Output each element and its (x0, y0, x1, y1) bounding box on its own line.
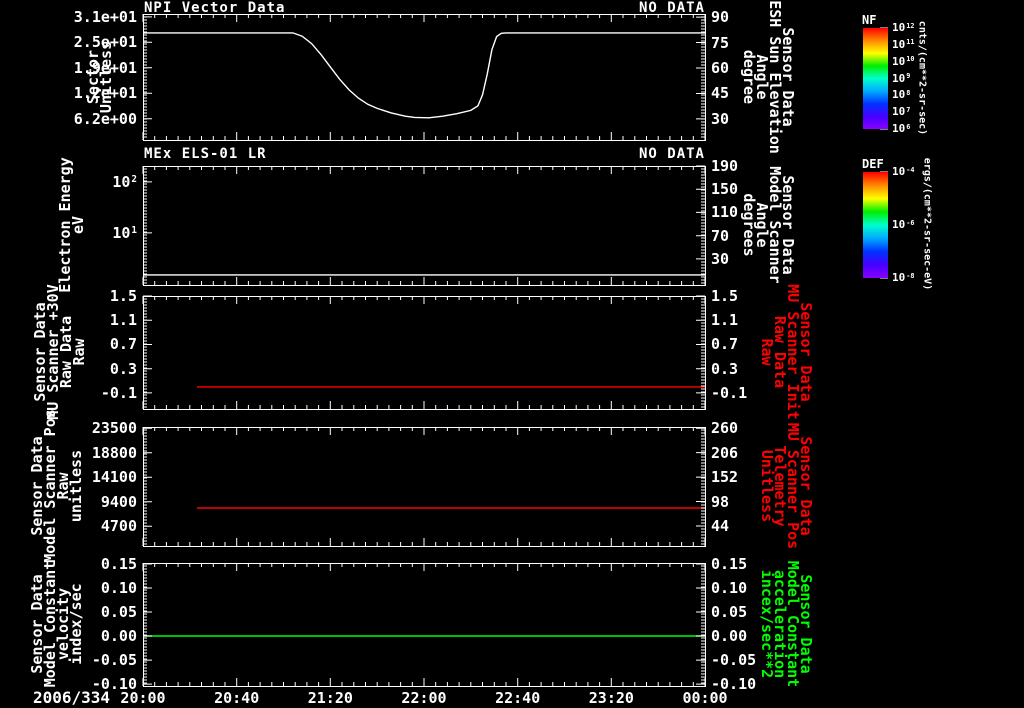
p5-right-tick-label: -0.05 (711, 651, 757, 670)
p3-right-tick-label: 0.7 (711, 335, 739, 354)
sector-trace (143, 32, 705, 119)
p4-right-tick-label: 44 (711, 516, 730, 535)
model-scanner-pos-frame (143, 427, 706, 547)
p2-right-axis-label: Sensor Data Model Scanner Angle degrees (740, 166, 797, 284)
p5-right-axis-label: Sensor Data Model Constant acceleration inc… (758, 560, 815, 688)
x-axis-time-label: 00:00 (682, 689, 728, 707)
p1-right-tick-label: 75 (711, 33, 730, 52)
p3-right-tick-label: 1.5 (711, 287, 739, 305)
nf-colorbar-tick-label: 109 (892, 71, 911, 85)
p1-left-tick-label: 1.9e+01 (73, 58, 137, 77)
p1-left-axis-label: Sector Unitless (84, 40, 115, 114)
p1-right-tick-label: 60 (711, 59, 730, 77)
p4-right-tick-label: 206 (711, 443, 739, 462)
mex-els-01-lr-frame (143, 166, 706, 286)
p5-right-tick-label: 0.00 (711, 627, 748, 646)
nf-colorbar-tick-label: 106 (892, 122, 911, 135)
def-colorbar-tick-label: 10-8 (892, 271, 915, 284)
nf-colorbar-tick-label: 107 (892, 105, 911, 119)
nf-colorbar-name: NF (862, 13, 877, 27)
x-axis-time-label: 21:20 (307, 689, 353, 707)
def-colorbar-tick-label: 10-6 (892, 218, 915, 231)
p2-right-tick-label: 30 (711, 249, 730, 268)
p1-right-tick-label: 45 (711, 84, 730, 103)
p2-left-axis-label: Electron Energy eV (56, 157, 87, 293)
p4-right-tick-label: 152 (711, 468, 739, 487)
nf-colorbar-unit: cnts/(cm**2-sr-sec) (916, 20, 928, 136)
panel2-title: MEx ELS-01 LR (144, 146, 267, 162)
p3-right-tick-label: 0.3 (711, 359, 739, 378)
nf-colorbar-tick-label: 1010 (892, 54, 915, 68)
nf-colorbar-tick-label: 1012 (892, 21, 915, 34)
def-colorbar-tick-label: 10-4 (892, 165, 915, 178)
p3-left-axis-label: Sensor Data MU Scanner +30V Raw Data Raw (31, 284, 88, 420)
p3-right-tick-label: -0.1 (711, 383, 748, 402)
p2-right-tick-label: 150 (711, 180, 739, 199)
p5-left-axis-label: Sensor Data Model Constant velocity index/s… (28, 560, 85, 688)
p5-right-tick-label: 0.05 (711, 603, 748, 621)
p1-right-axis-label: Sensor Data ESH Sun Elevation Angle degree (740, 0, 797, 154)
p2-right-tick-label: 70 (711, 226, 730, 245)
p1-left-tick-label: 2.5e+01 (73, 33, 137, 52)
p3-right-axis-label: Sensor Data MU Scanner Init Raw Data Raw (758, 284, 815, 420)
def-colorbar-unit: ergs/(cm**2-sr-sec-eV) (921, 157, 933, 291)
panel2-no-data-status: NO DATA (638, 146, 705, 162)
nf-colorbar (863, 28, 888, 129)
npi-vector-data-frame (143, 14, 706, 141)
x-axis-time-label: 22:00 (401, 689, 447, 707)
p5-right-tick-label: 0.10 (711, 578, 748, 597)
p4-right-tick-label: 260 (711, 419, 739, 438)
def-colorbar-name: DEF (862, 157, 884, 171)
p1-left-tick-label: 3.1e+01 (73, 7, 137, 26)
nf-colorbar-tick-label: 1011 (892, 37, 915, 51)
model-constant-velocity-frame (143, 563, 706, 687)
p2-right-tick-label: 110 (711, 203, 739, 222)
x-axis-time-label: 20:40 (214, 689, 260, 707)
p1-right-tick-label: 90 (711, 8, 730, 27)
x-axis-time-label: 20:00 (120, 689, 166, 707)
x-axis-time-label: 23:20 (588, 689, 634, 707)
p4-right-axis-label: Sensor Data MU Scanner Pos Telemetry Unitle… (758, 422, 815, 550)
p3-right-tick-label: 1.1 (711, 311, 739, 330)
mu-scanner-raw-frame (143, 296, 706, 410)
p1-left-tick-label: 6.2e+00 (73, 109, 137, 128)
x-axis-time-label: 22:40 (495, 689, 541, 707)
p1-left-tick-label: 1.2e+01 (73, 84, 137, 103)
p2-right-tick-label: 190 (711, 157, 739, 175)
p5-right-tick-label: 0.15 (711, 554, 748, 573)
p1-right-tick-label: 30 (711, 109, 730, 128)
plot-screen: NPI Vector Data NO DATA MEx ELS-01 LR NO… (0, 0, 1024, 708)
p4-left-axis-label: Sensor Data Model Scanner Pos Raw unitless (28, 409, 85, 563)
nf-colorbar-tick-label: 108 (892, 88, 911, 102)
panel1-title: NPI Vector Data (144, 0, 286, 16)
panel1-no-data-status: NO DATA (638, 0, 705, 16)
p4-right-tick-label: 98 (711, 492, 730, 511)
def-colorbar (863, 172, 888, 278)
